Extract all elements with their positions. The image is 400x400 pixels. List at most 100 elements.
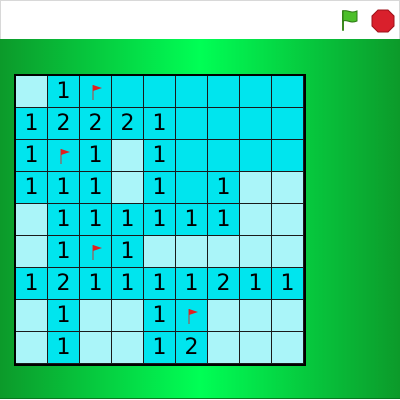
board-cell[interactable]: 1 xyxy=(48,204,80,236)
board-cell[interactable]: 1 xyxy=(16,140,48,172)
board-cell[interactable] xyxy=(80,236,112,268)
cell-number: 1 xyxy=(88,142,103,168)
board-cell[interactable]: 1 xyxy=(48,76,80,108)
board-cell[interactable] xyxy=(16,332,48,364)
board-cell[interactable]: 1 xyxy=(48,236,80,268)
board-cell[interactable] xyxy=(208,140,240,172)
board-cell[interactable] xyxy=(144,76,176,108)
board-cell[interactable] xyxy=(272,332,304,364)
board-cell[interactable]: 1 xyxy=(16,268,48,300)
board-cell[interactable] xyxy=(272,76,304,108)
cell-number: 1 xyxy=(24,142,39,168)
cell-number: 1 xyxy=(56,206,71,232)
board-cell[interactable] xyxy=(112,300,144,332)
board-cell[interactable] xyxy=(176,236,208,268)
board-cell[interactable]: 1 xyxy=(48,172,80,204)
board-cell[interactable] xyxy=(176,172,208,204)
board-cell[interactable] xyxy=(48,140,80,172)
board-cell[interactable] xyxy=(112,332,144,364)
board-cell[interactable]: 1 xyxy=(48,332,80,364)
board-cell[interactable] xyxy=(176,140,208,172)
board-cell[interactable]: 1 xyxy=(176,268,208,300)
cell-number: 1 xyxy=(56,302,71,328)
cell-number: 1 xyxy=(152,302,167,328)
board-cell[interactable] xyxy=(144,236,176,268)
board-cell[interactable] xyxy=(272,140,304,172)
board-cell[interactable] xyxy=(240,76,272,108)
board-cell[interactable] xyxy=(208,236,240,268)
green-flag-button[interactable] xyxy=(337,7,363,33)
board-cell[interactable]: 1 xyxy=(208,204,240,236)
cell-number: 1 xyxy=(56,238,71,264)
board-cell[interactable]: 2 xyxy=(48,268,80,300)
board-cell[interactable] xyxy=(240,140,272,172)
board-cell[interactable] xyxy=(272,108,304,140)
board-cell[interactable]: 1 xyxy=(80,268,112,300)
board-cell[interactable]: 1 xyxy=(80,172,112,204)
board-cell[interactable] xyxy=(272,204,304,236)
board-cell[interactable] xyxy=(16,76,48,108)
game-stage: 112221111111111111111112111121111112 xyxy=(0,39,400,399)
board-cell[interactable]: 2 xyxy=(48,108,80,140)
board-cell[interactable]: 1 xyxy=(16,108,48,140)
board-cell[interactable]: 1 xyxy=(80,140,112,172)
cell-number: 1 xyxy=(120,238,135,264)
board-cell[interactable]: 1 xyxy=(208,172,240,204)
board-cell[interactable]: 2 xyxy=(176,332,208,364)
board-cell[interactable] xyxy=(208,108,240,140)
board-cell[interactable] xyxy=(16,236,48,268)
board-cell[interactable] xyxy=(272,300,304,332)
board-cell[interactable] xyxy=(240,300,272,332)
board-cell[interactable] xyxy=(208,300,240,332)
board-cell[interactable]: 1 xyxy=(48,300,80,332)
board-cell[interactable] xyxy=(112,172,144,204)
board-cell[interactable] xyxy=(272,236,304,268)
board-cell[interactable]: 2 xyxy=(208,268,240,300)
board-cell[interactable] xyxy=(240,204,272,236)
board-cell[interactable]: 1 xyxy=(144,108,176,140)
board-cell[interactable]: 1 xyxy=(144,300,176,332)
board-cell[interactable] xyxy=(80,76,112,108)
cell-number: 2 xyxy=(88,110,103,136)
cell-number: 1 xyxy=(24,174,39,200)
board-cell[interactable]: 1 xyxy=(144,268,176,300)
board-cell[interactable]: 1 xyxy=(144,204,176,236)
board-cell[interactable]: 1 xyxy=(16,172,48,204)
board-cell[interactable]: 1 xyxy=(144,172,176,204)
board-cell[interactable]: 1 xyxy=(240,268,272,300)
flag-icon xyxy=(59,148,70,164)
stage-toolbar xyxy=(0,0,400,40)
board-cell[interactable]: 1 xyxy=(144,140,176,172)
cell-number: 2 xyxy=(184,334,199,360)
board-cell[interactable] xyxy=(112,76,144,108)
board-cell[interactable]: 1 xyxy=(272,268,304,300)
board-cell[interactable] xyxy=(240,332,272,364)
board-cell[interactable] xyxy=(176,300,208,332)
cell-number: 1 xyxy=(152,334,167,360)
cell-number: 1 xyxy=(152,270,167,296)
board-cell[interactable] xyxy=(16,300,48,332)
cell-number: 1 xyxy=(152,110,167,136)
board-cell[interactable] xyxy=(80,332,112,364)
stop-button[interactable] xyxy=(370,8,396,34)
board-cell[interactable] xyxy=(208,332,240,364)
board-cell[interactable] xyxy=(16,204,48,236)
board-cell[interactable]: 1 xyxy=(112,236,144,268)
board-cell[interactable] xyxy=(80,300,112,332)
board-cell[interactable] xyxy=(208,76,240,108)
board-cell[interactable]: 2 xyxy=(80,108,112,140)
board-cell[interactable] xyxy=(240,172,272,204)
board-cell[interactable] xyxy=(240,108,272,140)
board-cell[interactable]: 1 xyxy=(80,204,112,236)
board-cell[interactable] xyxy=(240,236,272,268)
board-cell[interactable] xyxy=(272,172,304,204)
board-cell[interactable] xyxy=(176,76,208,108)
board-cell[interactable] xyxy=(112,140,144,172)
board-cell[interactable]: 1 xyxy=(144,332,176,364)
board-cell[interactable]: 1 xyxy=(112,204,144,236)
green-flag-icon xyxy=(342,10,358,31)
board-cell[interactable] xyxy=(176,108,208,140)
board-cell[interactable]: 2 xyxy=(112,108,144,140)
board-cell[interactable]: 1 xyxy=(112,268,144,300)
board-cell[interactable]: 1 xyxy=(176,204,208,236)
